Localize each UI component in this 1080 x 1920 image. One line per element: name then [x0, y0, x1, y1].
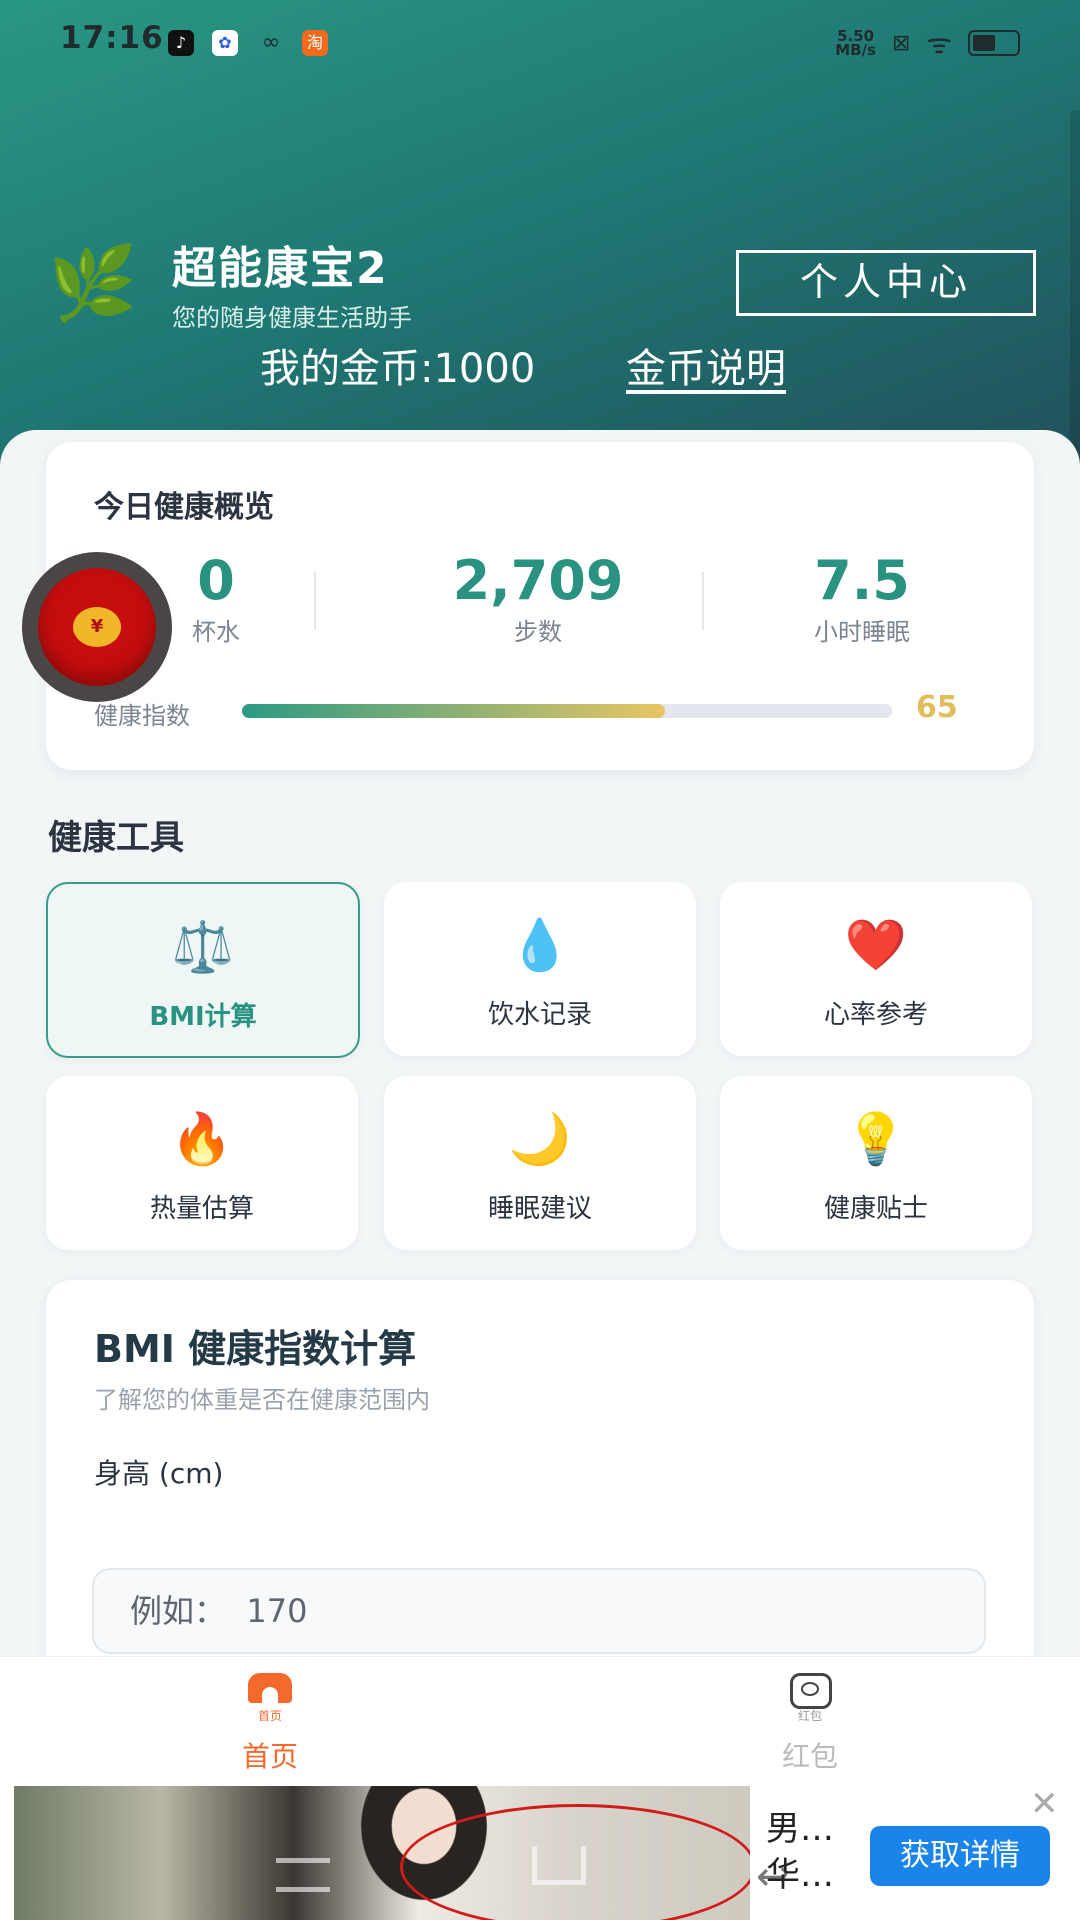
- tool-label: 睡眠建议: [487, 1194, 592, 1224]
- tool-label: 热量估算: [149, 1194, 254, 1224]
- tiktok-icon: ♪: [168, 30, 194, 56]
- stat-sleep: 7.5 小时睡眠: [722, 550, 1002, 647]
- tool-heart-rate[interactable]: ❤️ 心率参考: [720, 882, 1032, 1056]
- baidu-icon: ✿: [212, 30, 238, 56]
- status-time: 17:16: [60, 20, 164, 56]
- health-overview-card: 今日健康概览 0 杯水 2,709 步数 7.5 小时睡眠 健康指数 65: [46, 442, 1034, 770]
- tool-water[interactable]: 💧 饮水记录: [384, 882, 696, 1056]
- scale-icon: ⚖️: [171, 918, 235, 976]
- tool-label: 心率参考: [823, 1000, 928, 1030]
- health-index-fill: [242, 704, 665, 718]
- tool-calories[interactable]: 🔥 热量估算: [46, 1076, 358, 1250]
- fire-icon: 🔥: [170, 1110, 234, 1168]
- link-icon: ∞: [261, 30, 281, 55]
- red-packet-coin: ¥: [73, 607, 121, 647]
- home-icon-caption: 首页: [257, 1709, 282, 1723]
- tool-tips[interactable]: 💡 健康贴士: [720, 1076, 1032, 1250]
- red-packet-tab-icon: [790, 1673, 832, 1709]
- taobao-icon: 淘: [302, 30, 328, 56]
- ad-text: 男… 华…: [766, 1809, 834, 1895]
- coin-info-link[interactable]: 金币说明: [626, 336, 786, 394]
- floating-red-packet-button[interactable]: ¥: [22, 552, 172, 702]
- notification-icon: ⊠: [891, 30, 911, 56]
- tab-red-packet[interactable]: 红包 红包: [540, 1657, 1080, 1785]
- net-speed: 5.50 MB/s: [835, 29, 876, 59]
- tool-label: 饮水记录: [487, 1000, 592, 1030]
- moon-icon: 🌙: [508, 1110, 572, 1168]
- water-drop-icon: 💧: [508, 916, 572, 974]
- stat-steps-label: 步数: [514, 618, 562, 646]
- overview-title: 今日健康概览: [94, 490, 274, 525]
- height-label: 身高 (cm): [94, 1457, 224, 1490]
- tab-home-label: 首页: [241, 1740, 298, 1773]
- ad-close-icon[interactable]: ✕: [1030, 1784, 1059, 1824]
- status-bar: 17:16 ♪ ✿ ∞ 淘 5.50 MB/s ⊠ ᯤ: [0, 0, 1080, 86]
- my-coins-label: 我的金币:1000: [260, 346, 536, 392]
- leaf-logo-icon: 🌿: [48, 241, 138, 325]
- app-subtitle: 您的随身健康生活助手: [172, 304, 412, 332]
- battery-icon: [968, 30, 1020, 56]
- health-index-label: 健康指数: [94, 702, 190, 730]
- stat-divider: [314, 572, 316, 630]
- annotation-ellipse: [400, 1804, 750, 1920]
- ad-banner[interactable]: ↩ 男… 华… 获取详情 ✕: [0, 1784, 1080, 1920]
- tool-bmi[interactable]: ⚖️ BMI计算: [46, 882, 360, 1058]
- ad-get-details-button[interactable]: 获取详情: [870, 1826, 1050, 1886]
- bmi-subtitle: 了解您的体重是否在健康范围内: [94, 1386, 430, 1414]
- height-input[interactable]: [92, 1568, 986, 1654]
- tool-label: BMI计算: [149, 1002, 257, 1032]
- health-index-value: 65: [916, 690, 958, 725]
- tool-label: 健康贴士: [823, 1194, 928, 1224]
- tab-red-packet-label: 红包: [781, 1740, 838, 1773]
- home-icon: [248, 1673, 292, 1703]
- health-tools-title: 健康工具: [48, 818, 184, 858]
- tool-sleep[interactable]: 🌙 睡眠建议: [384, 1076, 696, 1250]
- nav-menu-icon[interactable]: [276, 1858, 330, 1892]
- red-packet-icon: ¥: [38, 568, 156, 686]
- red-packet-icon-caption: 红包: [797, 1709, 822, 1723]
- bmi-calculator-card: BMI 健康指数计算 了解您的体重是否在健康范围内 身高 (cm): [46, 1280, 1034, 1700]
- stat-divider: [702, 572, 704, 630]
- stat-sleep-value: 7.5: [814, 549, 910, 612]
- tab-home[interactable]: 首页 首页: [0, 1657, 540, 1785]
- profile-center-button[interactable]: 个人中心: [736, 250, 1036, 316]
- app-title: 超能康宝2: [172, 243, 389, 294]
- bmi-title: BMI 健康指数计算: [94, 1327, 417, 1371]
- wifi-icon: ᯤ: [926, 27, 952, 60]
- net-speed-unit: MB/s: [835, 41, 876, 59]
- stat-sleep-label: 小时睡眠: [814, 618, 910, 646]
- heart-icon: ❤️: [844, 916, 908, 974]
- stat-steps: 2,709 步数: [398, 550, 678, 647]
- status-right-group: 5.50 MB/s ⊠ ᯤ: [835, 26, 1020, 60]
- stat-steps-value: 2,709: [452, 549, 624, 612]
- health-index-bar: [242, 704, 892, 718]
- lightbulb-icon: 💡: [844, 1110, 908, 1168]
- bottom-tab-bar: 首页 首页 红包 红包: [0, 1656, 1080, 1785]
- ad-image[interactable]: [14, 1786, 750, 1920]
